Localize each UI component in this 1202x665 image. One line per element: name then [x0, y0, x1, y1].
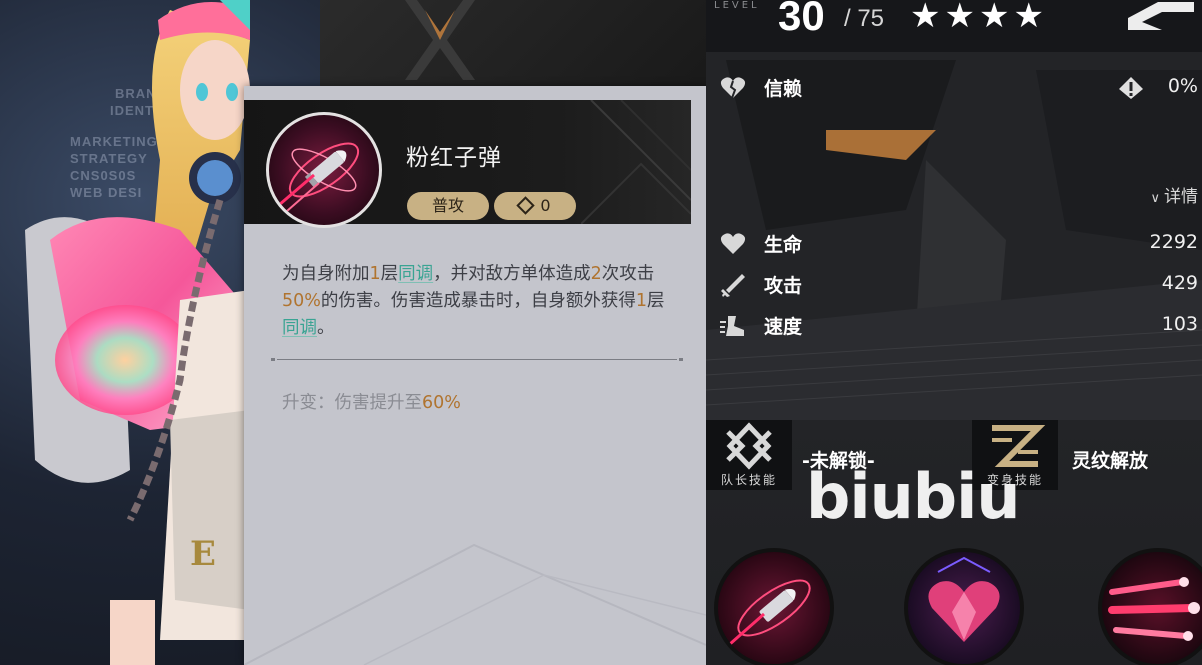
max-level: / 75: [844, 5, 885, 32]
star-rating: ★★★★: [910, 0, 1048, 36]
leader-skill-icon-box: 队长技能: [706, 420, 792, 490]
hp-row: 生命 2292: [706, 228, 1202, 260]
card-background-pattern: [244, 543, 706, 665]
current-level: 30: [778, 0, 825, 39]
level-bar: LEVEL 30 / 75 ★★★★: [706, 0, 1202, 52]
energy-diamond-icon: [516, 196, 536, 215]
leader-skill-icon: [726, 422, 772, 470]
sword-icon: [721, 274, 745, 297]
skill-upgrade-text: 升变：伤害提升至60%: [282, 393, 461, 413]
desc-number: 1: [635, 291, 648, 311]
background-x-emblem: [405, 0, 475, 80]
trust-value: 0%: [1167, 75, 1198, 97]
skill-heart-crystal-button[interactable]: [904, 548, 1024, 665]
transform-skill-status: 灵纹解放: [1072, 450, 1149, 472]
speed-value: 103: [1161, 313, 1198, 335]
skill-name: 粉红子弹: [406, 145, 502, 171]
speed-label: 速度: [764, 316, 803, 338]
description-divider: [271, 358, 683, 361]
skill-cost-tag: 0: [494, 192, 576, 220]
chevron-down-icon: ∨: [1150, 191, 1160, 206]
desc-number: 50%: [282, 291, 321, 311]
header-decoration: [581, 100, 691, 224]
trust-row: 信赖 0%: [706, 72, 1202, 104]
attack-value: 429: [1161, 272, 1198, 294]
background-panel: [320, 0, 706, 100]
stats-background-art: [706, 52, 1202, 420]
upgrade-value: 60%: [422, 393, 461, 413]
sync-keyword-link[interactable]: 同调: [282, 318, 317, 338]
svg-text:E: E: [190, 534, 216, 574]
hp-value: 2292: [1149, 231, 1198, 253]
speed-row: 速度 103: [706, 310, 1202, 342]
skill-bullet-barrage-button[interactable]: [1098, 548, 1202, 665]
watermark-text: biubiu: [806, 460, 1021, 533]
game-logo-icon: [1128, 2, 1194, 30]
skill-header: 粉红子弹 普攻 0: [244, 100, 691, 228]
skill-description: 为自身附加1层同调，并对敌方单体造成2次攻击50%的伤害。伤害造成暴击时，自身额…: [282, 264, 665, 338]
skill-cost-value: 0: [540, 196, 551, 215]
details-button[interactable]: ∨ 详情: [1150, 182, 1198, 207]
trust-warning-icon[interactable]: [1118, 76, 1144, 100]
leader-skill-caption: 队长技能: [720, 473, 777, 487]
skill-type-tag: 普攻: [407, 192, 489, 220]
trust-label: 信赖: [764, 78, 803, 100]
heart-crystal-icon: [928, 556, 1000, 642]
speed-boot-icon: [720, 316, 744, 336]
bullet-barrage-icon: [1108, 577, 1200, 641]
details-label: 详情: [1164, 187, 1198, 207]
character-figure: E: [25, 0, 250, 665]
level-label: LEVEL: [714, 0, 760, 11]
desc-number: 2: [590, 264, 602, 284]
heart-broken-icon: [720, 77, 746, 99]
character-stats-panel: LEVEL 30 / 75 ★★★★ 信赖 0% ∨ 详情 生命 2292 攻击…: [706, 0, 1202, 665]
pink-bullet-skill-icon: [266, 112, 382, 228]
skill-detail-card: 粉红子弹 普攻 0 为自身附加1层同调，并对敌方单体造成2次攻击50%的伤害。伤…: [244, 86, 706, 665]
pink-bullet-icon: [729, 579, 811, 646]
skill-pink-bullet-button[interactable]: [714, 548, 834, 665]
sync-keyword-link[interactable]: 同调: [398, 264, 433, 284]
attack-row: 攻击 429: [706, 269, 1202, 301]
attack-label: 攻击: [764, 275, 803, 297]
hp-label: 生命: [764, 234, 803, 256]
desc-number: 1: [369, 264, 381, 284]
heart-icon: [720, 233, 746, 254]
